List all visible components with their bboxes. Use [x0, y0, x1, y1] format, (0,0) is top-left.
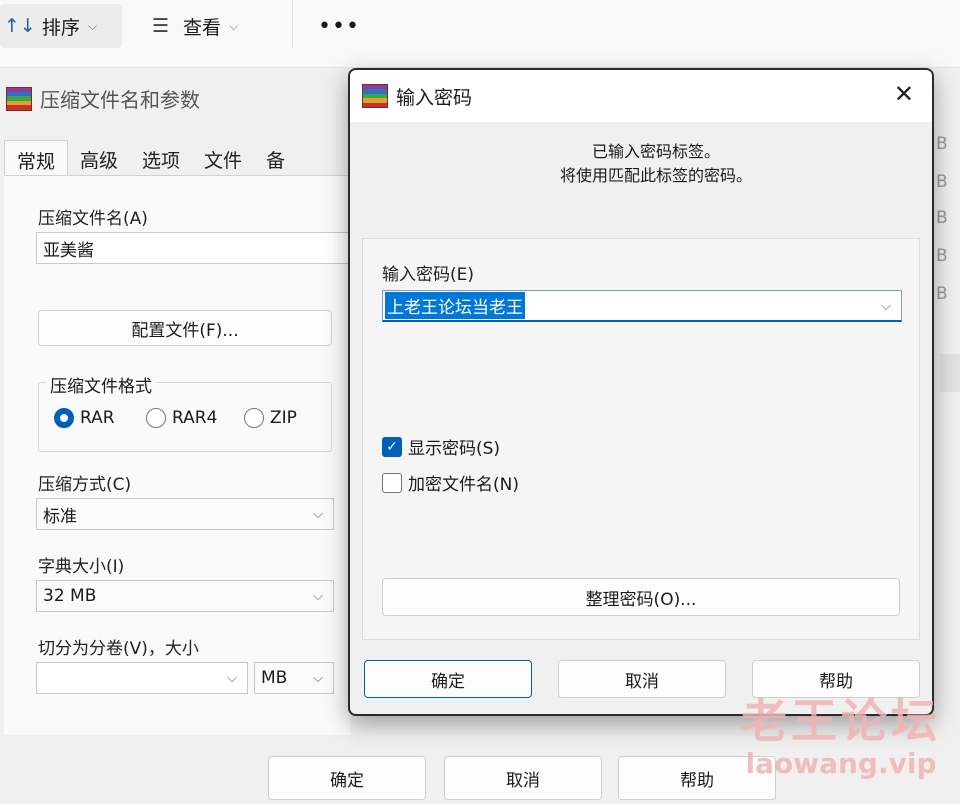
- split-unit-select[interactable]: MB ⌵: [254, 662, 334, 694]
- bg-ok-button[interactable]: 确定: [268, 756, 426, 800]
- show-password-label: 显示密码(S): [408, 439, 501, 459]
- format-rar4-label: RAR4: [172, 408, 218, 428]
- split-unit-value: MB: [261, 668, 288, 688]
- chevron-down-icon: ⌵: [229, 18, 239, 33]
- bg-help-button[interactable]: 帮助: [618, 756, 776, 800]
- password-value: 上老王论坛当老王: [385, 292, 525, 319]
- view-button[interactable]: ☰ 查看 ⌵: [152, 4, 292, 48]
- winrar-icon: [362, 84, 388, 108]
- checkbox-empty-icon: [382, 472, 402, 493]
- sort-icon: ↑↓: [4, 15, 36, 37]
- archive-name-label: 压缩文件名(A): [38, 209, 148, 229]
- method-value: 标准: [43, 506, 77, 527]
- tab-options[interactable]: 选项: [130, 140, 192, 176]
- dictionary-select[interactable]: 32 MB ⌵: [36, 580, 334, 612]
- toolbar-divider: [292, 0, 293, 48]
- encrypt-filenames-checkbox[interactable]: 加密文件名(N): [382, 470, 519, 495]
- split-volume-label: 切分为分卷(V)，大小: [38, 639, 199, 659]
- dialog-ok-button[interactable]: 确定: [364, 660, 532, 698]
- tab-advanced[interactable]: 高级: [68, 140, 130, 176]
- view-icon: ☰: [152, 15, 170, 37]
- size-column-fragment: B: [936, 208, 948, 228]
- bg-window-title: 压缩文件名和参数: [6, 84, 200, 113]
- tab-files[interactable]: 文件: [192, 140, 254, 176]
- password-dialog: 输入密码 ✕ 已输入密码标签。 将使用匹配此标签的密码。 输入密码(E) 上老王…: [348, 68, 934, 716]
- profile-button[interactable]: 配置文件(F)...: [38, 310, 332, 346]
- dictionary-label: 字典大小(I): [38, 557, 125, 577]
- encrypt-filenames-label: 加密文件名(N): [408, 475, 519, 495]
- password-label: 输入密码(E): [382, 265, 475, 285]
- dialog-help-button[interactable]: 帮助: [752, 660, 920, 698]
- chevron-down-icon: ⌵: [227, 671, 237, 686]
- format-zip-radio[interactable]: ZIP: [244, 408, 297, 428]
- radio-empty-icon: [146, 408, 166, 428]
- format-rar4-radio[interactable]: RAR4: [146, 408, 217, 428]
- more-options-button[interactable]: •••: [318, 4, 359, 48]
- info-line-2: 将使用匹配此标签的密码。: [559, 166, 752, 185]
- chevron-down-icon: ⌵: [313, 589, 323, 604]
- password-input[interactable]: 上老王论坛当老王 ⌵: [382, 290, 902, 322]
- archive-name-input[interactable]: 亚美酱: [36, 232, 352, 264]
- size-column-fragment: B: [936, 172, 948, 192]
- bg-cancel-button[interactable]: 取消: [444, 756, 602, 800]
- format-zip-label: ZIP: [270, 408, 297, 428]
- method-select[interactable]: 标准 ⌵: [36, 498, 334, 530]
- organize-passwords-button[interactable]: 整理密码(O)...: [382, 578, 900, 616]
- checkmark-icon: ✓: [382, 436, 402, 457]
- split-volume-input[interactable]: ⌵: [36, 662, 248, 694]
- size-column-fragment: B: [936, 284, 948, 304]
- dialog-cancel-button[interactable]: 取消: [558, 660, 726, 698]
- tab-general[interactable]: 常规: [4, 140, 69, 176]
- close-icon[interactable]: ✕: [894, 80, 914, 108]
- winrar-icon: [6, 86, 32, 111]
- archive-format-group-title: 压缩文件格式: [46, 372, 156, 397]
- size-column-fragment: B: [936, 134, 948, 154]
- sort-label: 排序: [41, 16, 80, 39]
- method-label: 压缩方式(C): [38, 475, 132, 495]
- dictionary-value: 32 MB: [43, 586, 97, 606]
- radio-empty-icon: [244, 408, 264, 428]
- sort-button[interactable]: ↑↓ 排序 ⌵: [0, 4, 122, 48]
- dialog-info: 已输入密码标签。 将使用匹配此标签的密码。: [350, 140, 932, 188]
- chevron-down-icon[interactable]: ⌵: [881, 299, 891, 314]
- dialog-titlebar: 输入密码 ✕: [350, 70, 932, 122]
- dialog-title: 输入密码: [396, 86, 473, 109]
- size-column-fragment: B: [936, 246, 948, 266]
- format-rar-radio[interactable]: RAR: [54, 408, 115, 428]
- view-label: 查看: [183, 16, 222, 39]
- bg-window-title-text: 压缩文件名和参数: [40, 88, 200, 112]
- chevron-down-icon: ⌵: [313, 507, 323, 522]
- tab-backup[interactable]: 备: [254, 140, 297, 176]
- chevron-down-icon: ⌵: [313, 671, 323, 686]
- selected-row-fragment: [940, 354, 960, 392]
- explorer-toolbar: ↑↓ 排序 ⌵ ☰ 查看 ⌵ •••: [0, 0, 960, 68]
- bg-tabs: 常规 高级 选项 文件 备: [4, 140, 297, 176]
- chevron-down-icon: ⌵: [87, 18, 97, 33]
- show-password-checkbox[interactable]: ✓ 显示密码(S): [382, 434, 500, 459]
- info-line-1: 已输入密码标签。: [591, 142, 720, 161]
- radio-selected-icon: [54, 408, 74, 428]
- format-rar-label: RAR: [80, 408, 115, 428]
